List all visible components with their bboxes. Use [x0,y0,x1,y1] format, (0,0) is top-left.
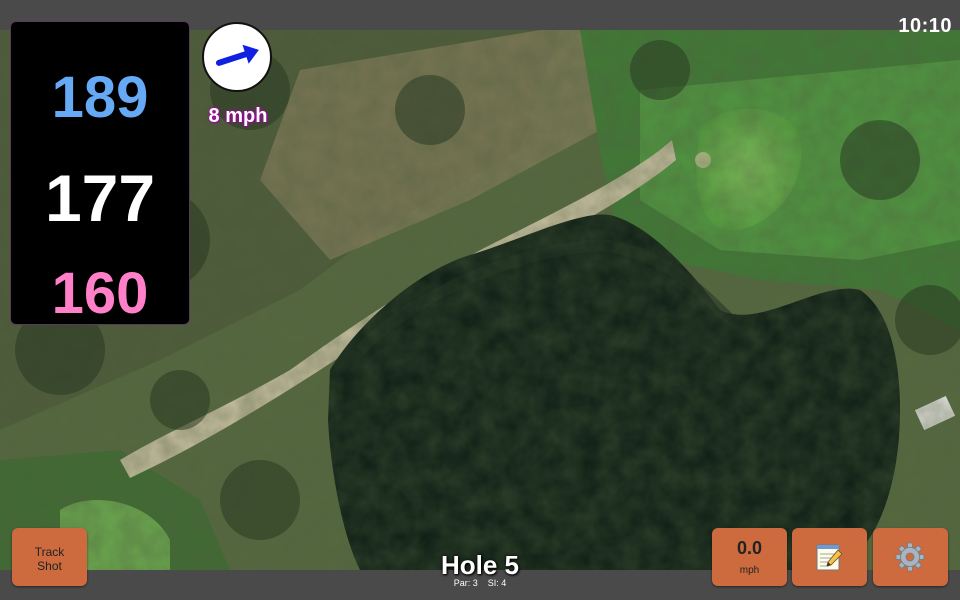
wind-speed-label: 8 mph [208,105,268,127]
gear-icon [895,542,925,572]
speed-button[interactable]: 0.0 mph [712,528,787,586]
wind-direction-dial [202,22,272,92]
distance-front: 160 [51,261,149,326]
distance-center: 177 [44,161,156,235]
status-clock: 10:10 [898,15,952,37]
arrow-east-northeast-icon [215,44,259,66]
track-shot-button[interactable]: Track Shot [12,528,87,586]
track-shot-label-line2: Shot [37,559,62,573]
notepad-icon [816,544,843,571]
hole-stroke-index: SI: 4 [487,578,507,588]
speed-value: 0.0 [736,538,763,558]
distance-panel: 189 177 160 [11,22,189,326]
notes-button[interactable] [792,528,867,586]
hole-par: Par: 3 [453,578,478,588]
distance-back: 189 [51,65,149,130]
hole-info: Par: 3 SI: 4 [400,578,560,588]
track-shot-label-line1: Track [34,545,65,559]
app-screen: 10:10 189 177 160 8 mph Track Shot Hole … [0,0,960,600]
hole-title: Hole 5 [440,550,520,580]
speed-unit: mph [739,565,760,576]
settings-button[interactable] [873,528,948,586]
